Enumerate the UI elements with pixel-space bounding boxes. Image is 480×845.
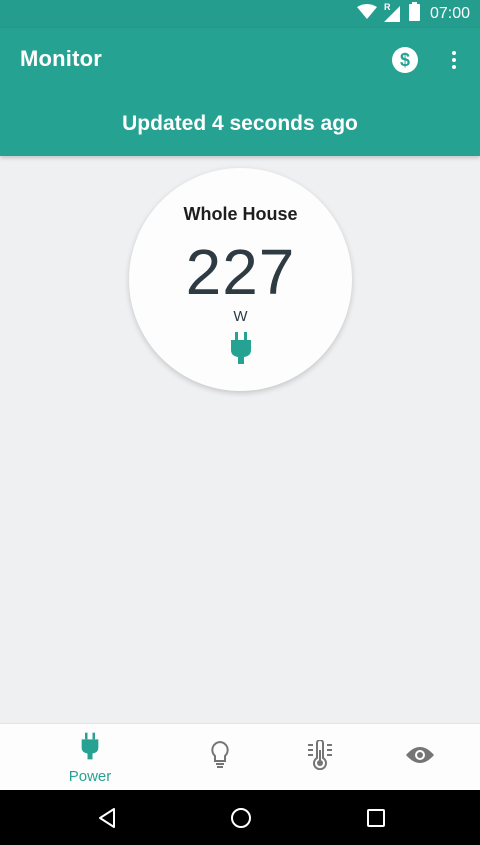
dollar-icon: $ <box>399 49 410 70</box>
updated-status-text: Updated 4 seconds ago <box>122 112 358 135</box>
system-nav-bar <box>0 790 480 845</box>
back-icon[interactable] <box>95 806 119 830</box>
status-bar: R 07:00 <box>0 0 480 28</box>
nav-item-lighting[interactable] <box>196 724 244 791</box>
screen: R 07:00 Monitor $ Updated 4 seconds ago … <box>0 0 480 845</box>
app-bar: Monitor $ Updated 4 seconds ago <box>0 28 480 156</box>
plug-icon <box>229 332 253 364</box>
eye-icon <box>405 745 435 770</box>
power-value: 227 <box>185 236 296 308</box>
whole-house-card[interactable]: Whole House 227 W <box>129 168 352 391</box>
more-vert-icon[interactable] <box>444 46 464 74</box>
status-time: 07:00 <box>429 5 470 22</box>
nav-item-temperature[interactable] <box>296 724 344 791</box>
power-unit: W <box>233 308 248 325</box>
bottom-nav: Power <box>0 723 480 791</box>
status-icons: R 07:00 <box>356 2 470 26</box>
app-title: Monitor <box>20 46 103 71</box>
nav-label-power: Power <box>68 767 112 785</box>
nav-item-power[interactable]: Power <box>60 724 120 791</box>
roaming-indicator: R <box>383 2 391 12</box>
lightbulb-icon <box>208 740 232 775</box>
home-icon[interactable] <box>229 806 253 830</box>
battery-icon <box>408 2 420 26</box>
plug-icon <box>80 731 100 766</box>
thermometer-icon <box>307 739 333 775</box>
card-title: Whole House <box>183 204 298 224</box>
recents-icon[interactable] <box>364 806 388 830</box>
signal-icon: R <box>383 2 403 23</box>
wifi-icon <box>356 3 377 25</box>
nav-item-eye[interactable] <box>396 724 444 791</box>
dollar-button[interactable]: $ <box>392 47 418 73</box>
